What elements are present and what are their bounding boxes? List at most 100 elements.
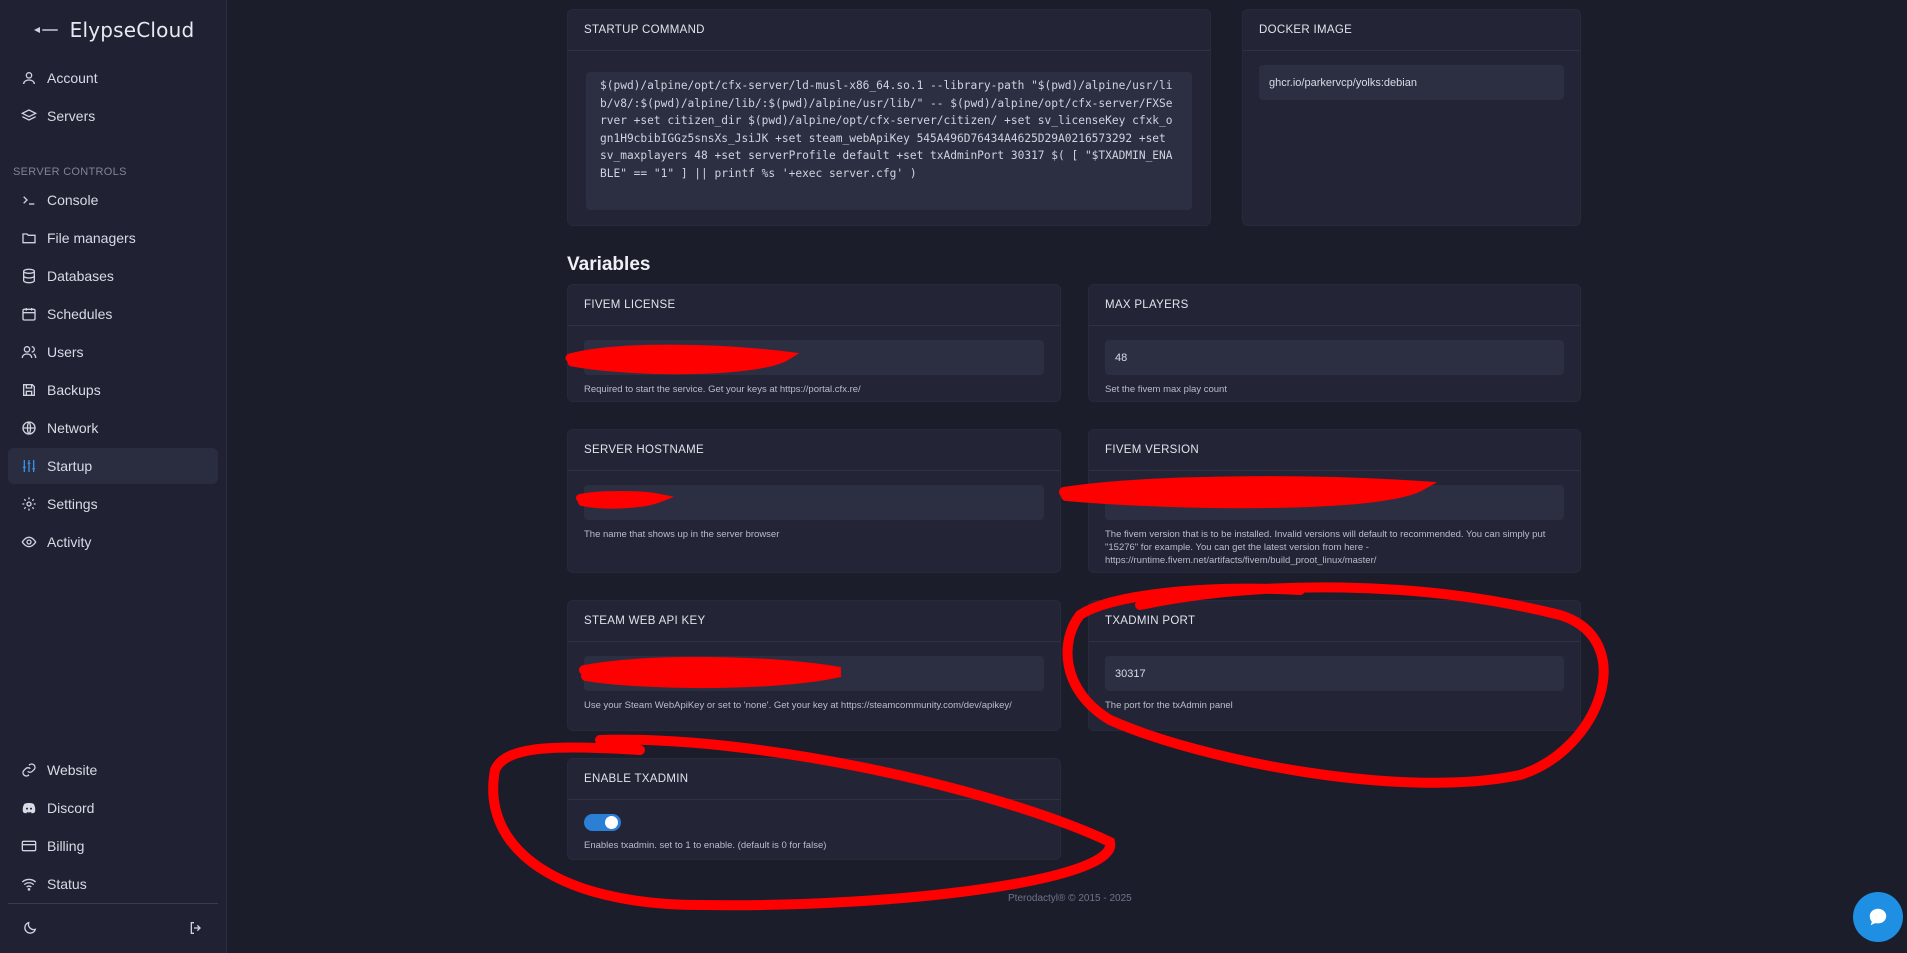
nav-label: Startup (47, 458, 93, 474)
database-icon (23, 268, 35, 284)
help-text: Required to start the service. Get your … (584, 384, 861, 395)
card-title: STEAM WEB API KEY (568, 601, 1060, 642)
card-title: STARTUP COMMAND (568, 10, 1210, 51)
moon-icon[interactable] (20, 918, 40, 938)
nav-label: Status (47, 876, 87, 892)
nav-label: Users (47, 344, 84, 360)
globe-icon (22, 421, 36, 435)
docker-image-card: DOCKER IMAGE ghcr.io/parkervcp/yolks:deb… (1242, 9, 1581, 226)
nav-discord[interactable]: Discord (8, 790, 218, 826)
nav-label: Servers (47, 108, 96, 124)
steam-key-input[interactable] (584, 656, 1044, 691)
user-icon (23, 72, 35, 85)
nav-servers[interactable]: Servers (8, 98, 218, 134)
nav-website[interactable]: Website (8, 752, 218, 788)
users-icon (21, 346, 37, 359)
nav-account[interactable]: Account (8, 60, 218, 96)
startup-command-text[interactable]: $(pwd)/alpine/opt/cfx-server/ld-musl-x86… (586, 72, 1192, 210)
nav-billing[interactable]: Billing (8, 828, 218, 864)
brand[interactable]: ElypseCloud (0, 0, 226, 60)
server-hostname-input[interactable] (584, 485, 1044, 520)
nav-label: Activity (47, 534, 92, 550)
folder-icon (22, 233, 36, 244)
card-title: TXADMIN PORT (1089, 601, 1580, 642)
footer-copyright: Pterodactyl® © 2015 - 2025 (1008, 893, 1132, 904)
terminal-icon (23, 196, 35, 205)
logout-icon[interactable] (186, 918, 206, 938)
section-label: SERVER CONTROLS (13, 166, 127, 178)
fivem-version-input[interactable] (1105, 485, 1564, 520)
nav-console[interactable]: Console (8, 182, 218, 218)
enable-txadmin-toggle[interactable] (584, 814, 621, 831)
nav-label: Console (47, 192, 99, 208)
docker-image-value: ghcr.io/parkervcp/yolks:debian (1269, 76, 1417, 89)
brand-name: ElypseCloud (69, 18, 195, 42)
nav-settings[interactable]: Settings (8, 486, 218, 522)
bottom-nav: Website Discord Billing Status (0, 750, 226, 904)
card-title: ENABLE TXADMIN (568, 759, 1060, 800)
nav-startup[interactable]: Startup (8, 448, 218, 484)
nav-file-managers[interactable]: File managers (8, 220, 218, 256)
steam-key-card: STEAM WEB API KEY Use your Steam WebApiK… (567, 600, 1061, 731)
card-title: MAX PLAYERS (1089, 285, 1580, 326)
nav-network[interactable]: Network (8, 410, 218, 446)
txadmin-port-value: 30317 (1115, 667, 1146, 680)
calendar-icon (22, 308, 36, 321)
nav-label: Schedules (47, 306, 113, 322)
nav-label: Billing (47, 838, 85, 854)
max-players-value: 48 (1115, 351, 1128, 364)
brand-logo-icon (33, 27, 58, 33)
fivem-license-card: FIVEM LICENSE Required to start the serv… (567, 284, 1061, 402)
chat-button[interactable] (1853, 892, 1903, 942)
sidebar-divider (8, 903, 218, 904)
server-hostname-card: SERVER HOSTNAME The name that shows up i… (567, 429, 1061, 573)
max-players-card: MAX PLAYERS 48 Set the fivem max play co… (1088, 284, 1581, 402)
nav-label: Backups (47, 382, 101, 398)
enable-txadmin-card: ENABLE TXADMIN Enables txadmin. set to 1… (567, 758, 1061, 860)
startup-command-card: STARTUP COMMAND $(pwd)/alpine/opt/cfx-se… (567, 9, 1211, 226)
txadmin-port-card: TXADMIN PORT 30317 The port for the txAd… (1088, 600, 1581, 731)
fivem-license-input[interactable] (584, 340, 1044, 375)
nav-label: Databases (47, 268, 114, 284)
nav-label: Discord (47, 800, 95, 816)
help-text: Enables txadmin. set to 1 to enable. (de… (584, 840, 827, 851)
chat-bubble-icon (1869, 908, 1887, 926)
discord-icon (22, 803, 36, 814)
help-text: Use your Steam WebApiKey or set to 'none… (584, 700, 1012, 711)
nav-label: Website (47, 762, 98, 778)
max-players-input[interactable]: 48 (1105, 340, 1564, 375)
sidebar-footer (0, 918, 226, 944)
help-text: Set the fivem max play count (1105, 384, 1227, 395)
help-text: The fivem version that is to be installe… (1105, 529, 1546, 566)
card-title: DOCKER IMAGE (1243, 10, 1580, 51)
nav-backups[interactable]: Backups (8, 372, 218, 408)
link-icon (22, 763, 36, 777)
nav-schedules[interactable]: Schedules (8, 296, 218, 332)
variables-heading: Variables (567, 254, 651, 275)
fivem-version-card: FIVEM VERSION The fivem version that is … (1088, 429, 1581, 573)
save-icon (23, 384, 35, 396)
card-title: FIVEM VERSION (1089, 430, 1580, 471)
help-text: The name that shows up in the server bro… (584, 529, 780, 540)
nav-label: Network (47, 420, 99, 436)
card-title: SERVER HOSTNAME (568, 430, 1060, 471)
docker-image-field[interactable]: ghcr.io/parkervcp/yolks:debian (1259, 65, 1564, 100)
help-text: The port for the txAdmin panel (1105, 700, 1233, 711)
eye-icon (21, 536, 37, 548)
sidebar: ElypseCloud Account Servers SERVER CONTR… (0, 0, 227, 953)
sliders-icon (23, 460, 35, 472)
nav-users[interactable]: Users (8, 334, 218, 370)
nav-activity[interactable]: Activity (8, 524, 218, 560)
toggle-knob (605, 816, 618, 829)
txadmin-port-input[interactable]: 30317 (1105, 656, 1564, 691)
gear-icon (22, 497, 36, 511)
credit-card-icon (21, 840, 37, 852)
nav-label: Account (47, 70, 98, 86)
nav-status[interactable]: Status (8, 866, 218, 902)
wifi-icon (21, 878, 37, 891)
nav-label: Settings (47, 496, 98, 512)
layers-icon (21, 109, 37, 121)
card-title: FIVEM LICENSE (568, 285, 1060, 326)
nav-label: File managers (47, 230, 136, 246)
nav-databases[interactable]: Databases (8, 258, 218, 294)
